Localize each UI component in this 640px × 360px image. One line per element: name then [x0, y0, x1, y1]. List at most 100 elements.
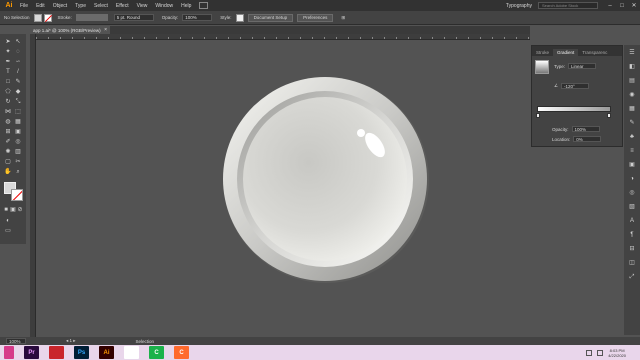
document-tab[interactable]: app 1.ai* @ 100% (RGB/Preview) × [30, 26, 110, 34]
system-clock[interactable]: 8:03 PM 4/22/2020 [608, 348, 626, 358]
zoom-field[interactable]: 100% [6, 338, 26, 344]
stroke-profile-dropdown[interactable]: 5 pt. Round [113, 14, 154, 21]
paintbrush-icon[interactable]: ✎ [14, 78, 22, 86]
artboard-navigator[interactable]: ◂ 1 ▸ [66, 338, 76, 344]
gradient-stop-start[interactable] [536, 113, 540, 118]
menu-effect[interactable]: Effect [112, 3, 133, 9]
scale-tool-icon[interactable]: ⤡ [14, 98, 22, 106]
layers-icon[interactable]: ◧ [628, 63, 636, 71]
menu-help[interactable]: Help [177, 3, 195, 9]
menu-edit[interactable]: Edit [32, 3, 49, 9]
character-icon[interactable]: A [628, 217, 636, 225]
color-icon[interactable]: ◉ [628, 91, 636, 99]
menu-view[interactable]: View [133, 3, 152, 9]
symbols-icon[interactable]: ♣ [628, 133, 636, 141]
line-tool-icon[interactable]: / [14, 68, 22, 76]
taskbar-app-camtasia[interactable]: C [149, 346, 164, 359]
free-transform-icon[interactable]: ⬚ [14, 108, 22, 116]
opacity-label[interactable]: Opacity: [158, 15, 183, 20]
transparency-icon[interactable]: ◑ [628, 175, 636, 183]
taskbar-app-premiere-pro[interactable]: Pr [24, 346, 39, 359]
document-setup-button[interactable]: Document Setup [247, 13, 294, 22]
arrange-icon[interactable]: ⊞ [337, 15, 349, 21]
menu-select[interactable]: Select [90, 3, 112, 9]
gradient-stop-end[interactable] [607, 113, 611, 118]
zoom-tool-icon[interactable]: ⌕ [14, 168, 22, 176]
stroke-weight-field[interactable] [75, 14, 108, 21]
stop-opacity-field[interactable]: 100% [571, 126, 600, 132]
selection-tool-icon[interactable]: ➤ [4, 38, 12, 46]
taskbar-app-illustrator[interactable]: Ai [99, 346, 114, 359]
arrange-documents-icon[interactable] [199, 2, 209, 9]
menu-object[interactable]: Object [49, 3, 71, 9]
screen-mode-icon[interactable]: ▭ [4, 227, 12, 235]
direct-selection-tool-icon[interactable]: ↖ [14, 38, 22, 46]
fill-swatch[interactable] [33, 13, 42, 22]
tab-gradient[interactable]: Gradient [553, 49, 579, 56]
width-tool-icon[interactable]: ⋈ [4, 108, 12, 116]
slice-tool-icon[interactable]: ✂ [14, 158, 22, 166]
taskbar-app-camtasia-recorder[interactable]: C [174, 346, 189, 359]
rotate-tool-icon[interactable]: ↻ [4, 98, 12, 106]
taskbar-app-chrome[interactable] [124, 346, 139, 359]
lasso-icon[interactable]: ◌ [14, 48, 22, 56]
appearance-icon[interactable]: ◎ [628, 189, 636, 197]
button-artwork[interactable] [37, 41, 530, 337]
drawing-mode-icon[interactable]: ◐ [4, 217, 12, 225]
graphic-style-swatch[interactable] [235, 13, 244, 22]
tab-transparency[interactable]: Transparenc [578, 49, 611, 56]
volume-icon[interactable] [597, 349, 604, 356]
workspace-switcher[interactable]: Typography [506, 3, 532, 9]
minimize-button[interactable]: – [604, 3, 616, 9]
gradient-icon[interactable]: ▣ [628, 161, 636, 169]
location-field[interactable]: 0% [573, 136, 602, 142]
pen-tool-icon[interactable]: ✒ [4, 58, 12, 66]
opacity-field[interactable]: 100% [182, 14, 213, 21]
stroke-label[interactable]: Stroke: [54, 15, 76, 20]
taskbar-app-photoshop[interactable]: Ps [74, 346, 89, 359]
close-button[interactable]: ✕ [628, 2, 640, 9]
stroke-icon[interactable]: ≡ [628, 147, 636, 155]
rectangle-tool-icon[interactable]: □ [4, 78, 12, 86]
artboard-canvas[interactable] [37, 41, 530, 337]
align-icon[interactable]: ⊟ [628, 245, 636, 253]
libraries-icon[interactable]: ▤ [628, 77, 636, 85]
pathfinder-icon[interactable]: ◫ [628, 259, 636, 267]
menu-window[interactable]: Window [151, 3, 177, 9]
none-mode-icon[interactable]: ⊘ [16, 206, 24, 214]
shaper-tool-icon[interactable]: ⬠ [4, 88, 12, 96]
blend-tool-icon[interactable]: ◎ [14, 138, 22, 146]
gradient-slider[interactable] [537, 106, 611, 112]
taskbar-app-acrobat[interactable] [49, 346, 64, 359]
vertical-ruler[interactable] [30, 34, 36, 340]
network-icon[interactable] [586, 349, 593, 356]
stock-search-input[interactable]: Search Adobe Stock [538, 2, 598, 9]
hand-tool-icon[interactable]: ✋ [4, 168, 12, 176]
transform-icon[interactable]: ⤢ [628, 273, 636, 281]
gradient-type-dropdown[interactable]: Linear [568, 63, 597, 69]
gradient-preview-swatch[interactable] [535, 60, 549, 74]
graphic-styles-icon[interactable]: ▧ [628, 203, 636, 211]
artboard-tool-icon[interactable]: ▢ [4, 158, 12, 166]
close-tab-icon[interactable]: × [104, 27, 107, 33]
symbol-sprayer-icon[interactable]: ✺ [4, 148, 12, 156]
magic-wand-icon[interactable]: ✦ [4, 48, 12, 56]
properties-icon[interactable]: ☰ [628, 49, 636, 57]
stroke-swatch[interactable] [43, 13, 52, 22]
shape-builder-icon[interactable]: ◍ [4, 118, 12, 126]
menu-type[interactable]: Type [71, 3, 90, 9]
swatches-icon[interactable]: ▦ [628, 105, 636, 113]
eraser-icon[interactable]: ◆ [14, 88, 22, 96]
brushes-icon[interactable]: ✎ [628, 119, 636, 127]
gradient-angle-field[interactable]: -120° [561, 83, 590, 89]
mesh-tool-icon[interactable]: ⊞ [4, 128, 12, 136]
type-tool-icon[interactable]: T [4, 68, 12, 76]
stroke-color-box[interactable] [11, 189, 23, 201]
start-icon[interactable] [4, 346, 14, 359]
maximize-button[interactable]: □ [616, 3, 628, 9]
graph-tool-icon[interactable]: ▥ [14, 148, 22, 156]
eyedropper-icon[interactable]: ✐ [4, 138, 12, 146]
perspective-grid-icon[interactable]: ▦ [14, 118, 22, 126]
menu-file[interactable]: File [16, 3, 32, 9]
tab-stroke[interactable]: Stroke [532, 49, 553, 56]
